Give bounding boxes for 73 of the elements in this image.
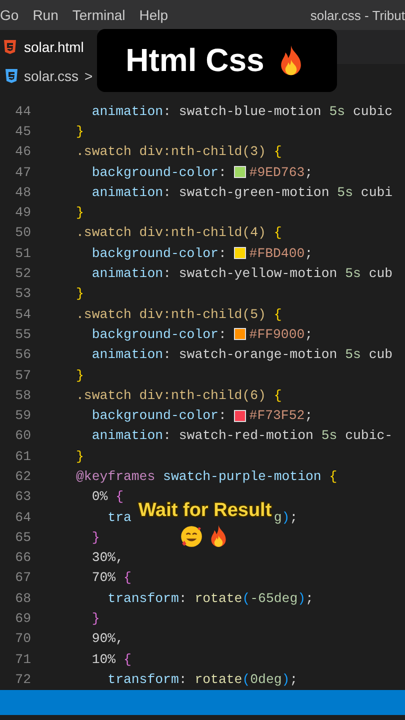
line-number: 57 [14, 368, 31, 382]
line-number: 69 [14, 611, 31, 626]
menu-item[interactable]: Help [139, 7, 168, 23]
line-number: 68 [14, 590, 31, 606]
line-number: 60 [14, 428, 31, 444]
code-line: transform: rotate(-65deg); [106, 590, 314, 606]
line-number: 50 [14, 225, 31, 240]
color-swatch[interactable] [234, 166, 246, 178]
code-line: .swatch div:nth-child(3) { [76, 144, 282, 160]
smiling-face-icon [179, 524, 204, 549]
window-title: solar.css - Tribut [310, 8, 405, 22]
line-number: 44 [14, 104, 31, 119]
code-line: .swatch div:nth-child(5) { [76, 306, 282, 322]
line-number: 51 [14, 246, 31, 261]
line-number: 52 [14, 266, 31, 282]
line-number: 48 [14, 184, 31, 200]
line-number: 55 [14, 326, 31, 342]
color-swatch[interactable] [234, 328, 246, 340]
line-number: 56 [14, 347, 31, 362]
code-line: 30%, [90, 550, 124, 566]
code-line: animation: swatch-green-motion 5s cubi [90, 184, 393, 200]
line-number: 72 [14, 672, 31, 687]
line-number: 62 [14, 468, 31, 484]
code-line: .swatch div:nth-child(6) { [76, 388, 282, 403]
code-line: } [76, 124, 84, 139]
line-number: 63 [14, 489, 31, 504]
line-number: 59 [14, 408, 31, 424]
line-number: 45 [14, 124, 31, 139]
breadcrumb-separator: > [84, 68, 93, 84]
code-line: .swatch div:nth-child(4) { [76, 225, 282, 240]
code-line: } [90, 611, 100, 626]
line-number: 65 [14, 530, 31, 545]
editor-tab[interactable]: solar.html [0, 30, 98, 64]
code-line: background-color: #FF9000; [90, 326, 313, 342]
line-number: 46 [14, 144, 31, 160]
code-line: 0% { [90, 489, 124, 504]
line-number: 66 [14, 550, 31, 566]
menu-item[interactable]: Run [32, 7, 58, 23]
code-line: animation: swatch-yellow-motion 5s cub [90, 266, 393, 282]
css-file-icon [5, 69, 18, 83]
html-file-icon [4, 40, 16, 54]
line-number: 70 [14, 631, 31, 646]
line-number: 54 [14, 306, 31, 322]
code-line: 10% { [90, 652, 132, 667]
code-line: @keyframes swatch-purple-motion { [76, 468, 338, 484]
code-line: background-color: #9ED763; [90, 164, 313, 180]
line-number: 71 [14, 652, 31, 667]
line-number: 47 [14, 164, 31, 180]
code-line: animation: swatch-orange-motion 5s cub [90, 347, 393, 362]
breadcrumb-item[interactable]: solar.css [24, 68, 78, 84]
code-line: transform: rotate(0deg); [106, 672, 298, 687]
code-line: } [76, 368, 84, 382]
code-line: } [76, 286, 84, 302]
code-line: 90%, [90, 631, 124, 646]
color-swatch[interactable] [234, 247, 246, 260]
code-line: } [76, 448, 84, 464]
code-line: 70% { [90, 570, 132, 586]
line-number: 49 [14, 205, 31, 220]
menu-item[interactable]: Go [0, 7, 19, 23]
line-number: 64 [14, 510, 31, 525]
code-line: background-color: #FBD400; [90, 246, 313, 261]
line-number: 61 [14, 448, 31, 464]
line-number: 67 [14, 570, 31, 586]
code-line: animation: swatch-red-motion 5s cubic- [90, 428, 393, 444]
line-number: 53 [14, 286, 31, 302]
line-number: 58 [14, 388, 31, 403]
code-line: animation: swatch-blue-motion 5s cubic [90, 104, 393, 119]
code-line: background-color: #F73F52; [90, 408, 313, 424]
code-line: } [76, 205, 84, 220]
code-line: } [90, 530, 100, 545]
color-swatch[interactable] [234, 410, 246, 422]
menu-item[interactable]: Terminal [72, 7, 126, 23]
caption-text: Html Css [126, 42, 264, 79]
